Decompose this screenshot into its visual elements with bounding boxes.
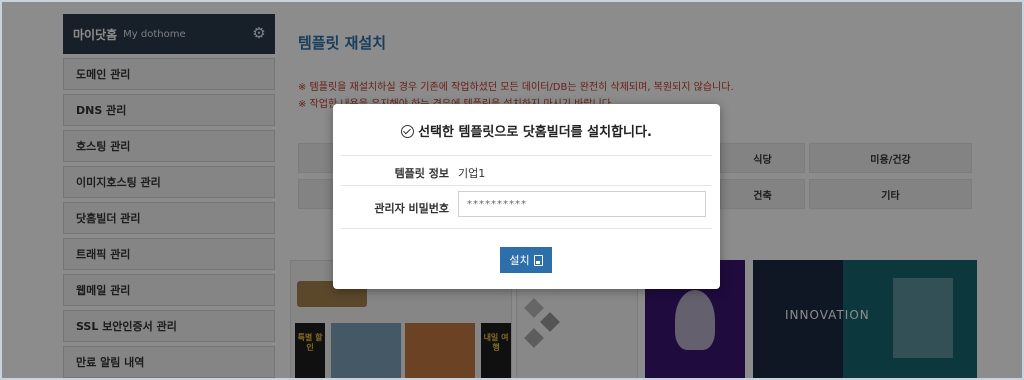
template-info-label: 템플릿 정보: [394, 167, 449, 180]
install-button[interactable]: 설치: [500, 247, 552, 273]
template-info-value: 기업1: [458, 167, 486, 180]
dialog-title-text: 선택한 템플릿으로 닷홈빌더를 설치합니다.: [418, 125, 652, 140]
dialog-title: 선택한 템플릿으로 닷홈빌더를 설치합니다.: [333, 121, 720, 140]
check-circle-icon: [401, 125, 415, 138]
install-dialog: 선택한 템플릿으로 닷홈빌더를 설치합니다. 템플릿 정보 기업1 관리자 비밀…: [333, 104, 720, 289]
template-info-row: 템플릿 정보 기업1: [341, 155, 712, 186]
install-button-label: 설치: [509, 255, 530, 267]
admin-password-label: 관리자 비밀번호: [374, 202, 449, 215]
app-frame: 마이닷홈 My dothome ⚙ 도메인 관리 DNS 관리 호스팅 관리 이…: [0, 0, 1024, 380]
document-icon: [533, 254, 543, 266]
admin-password-field[interactable]: [458, 191, 706, 217]
